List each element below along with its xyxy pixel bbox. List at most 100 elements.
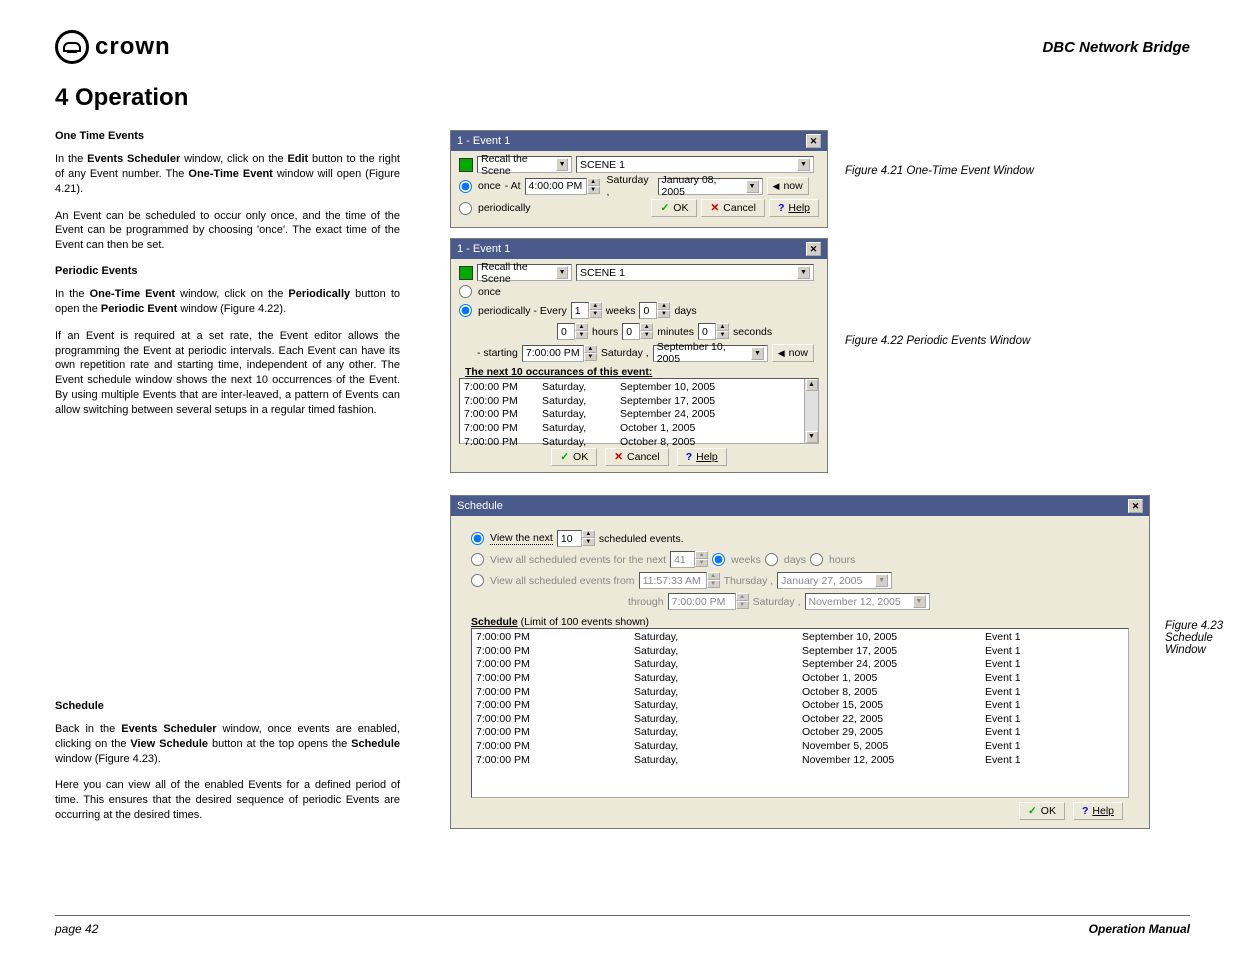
chevron-down-icon[interactable]: ▼ xyxy=(746,180,759,193)
view-next-radio[interactable] xyxy=(471,532,484,545)
manual-title: Operation Manual xyxy=(1089,922,1190,936)
list-item: 7:00:00 PMSaturday,October 1, 2005Event … xyxy=(476,672,1124,686)
paragraph: In the One-Time Event window, click on t… xyxy=(55,287,400,317)
once-radio[interactable] xyxy=(459,285,472,298)
help-button[interactable]: ?Help xyxy=(769,199,819,217)
paragraph: If an Event is required at a set rate, t… xyxy=(55,329,400,418)
hours-spinner[interactable]: 0▲▼ xyxy=(557,323,588,340)
now-button[interactable]: ◀now xyxy=(772,344,814,362)
once-label: once xyxy=(478,180,501,192)
chevron-down-icon[interactable]: ▼ xyxy=(556,158,568,171)
weeks-spinner[interactable]: 1▲▼ xyxy=(571,302,602,319)
check-icon: ✓ xyxy=(560,451,569,463)
start-time-spinner[interactable]: 7:00:00 PM▲▼ xyxy=(522,345,597,362)
close-button[interactable]: ✕ xyxy=(806,134,821,148)
ok-button[interactable]: ✓OK xyxy=(551,448,597,466)
now-button[interactable]: ◀now xyxy=(767,177,809,195)
unit-days-radio[interactable] xyxy=(765,553,778,566)
paragraph: Back in the Events Scheduler window, onc… xyxy=(55,722,400,767)
chevron-down-icon[interactable]: ▼ xyxy=(797,158,810,171)
paragraph: In the Events Scheduler window, click on… xyxy=(55,152,400,197)
schedule-list: 7:00:00 PMSaturday,September 10, 2005Eve… xyxy=(471,628,1129,798)
chevron-down-icon[interactable]: ▼ xyxy=(751,347,763,360)
color-swatch[interactable] xyxy=(459,158,473,172)
body-text-column: One Time Events In the Events Scheduler … xyxy=(55,130,400,835)
through-time-spinner[interactable]: 7:00:00 PM▲▼ xyxy=(668,593,749,610)
days-spinner[interactable]: 0▲▼ xyxy=(639,302,670,319)
view-from-radio[interactable] xyxy=(471,574,484,587)
chevron-down-icon[interactable]: ▼ xyxy=(913,595,926,608)
from-time-spinner[interactable]: 11:57:33 AM▲▼ xyxy=(639,572,720,589)
window-title: 1 - Event 1 xyxy=(457,135,510,147)
period-spinner[interactable]: 41▲▼ xyxy=(670,551,708,568)
list-item: 7:00:00 PMSaturday,September 24, 2005Eve… xyxy=(476,658,1124,672)
color-swatch[interactable] xyxy=(459,266,473,280)
list-item: 7:00:00 PMSaturday,October 8, 2005Event … xyxy=(476,686,1124,700)
list-item: 7:00:00 PMSaturday,October 15, 2005Event… xyxy=(476,699,1124,713)
heading-schedule: Schedule xyxy=(55,700,400,712)
chevron-down-icon[interactable]: ▼ xyxy=(556,266,568,279)
occurrences-list: 7:00:00 PMSaturday,September 10, 20057:0… xyxy=(459,378,819,444)
brand-name: crown xyxy=(95,33,171,61)
window-title: Schedule xyxy=(457,500,503,512)
periodically-radio[interactable] xyxy=(459,202,472,215)
date-combo[interactable]: January 08, 2005▼ xyxy=(658,178,763,195)
list-item: 7:00:00 PMSaturday,November 12, 2005Even… xyxy=(476,754,1124,768)
help-button[interactable]: ?Help xyxy=(1073,802,1123,820)
action-combo[interactable]: Recall the Scene▼ xyxy=(477,264,572,281)
scroll-down-icon[interactable]: ▼ xyxy=(806,431,818,443)
titlebar: Schedule ✕ xyxy=(451,496,1149,516)
start-date-combo[interactable]: September 10, 2005▼ xyxy=(653,345,768,362)
through-date-combo[interactable]: November 12, 2005▼ xyxy=(805,593,930,610)
scene-combo[interactable]: SCENE 1▼ xyxy=(576,156,814,173)
paragraph: An Event can be scheduled to occur only … xyxy=(55,209,400,254)
question-icon: ? xyxy=(686,451,692,463)
section-title: 4 Operation xyxy=(55,84,1190,112)
view-for-next-radio[interactable] xyxy=(471,553,484,566)
unit-weeks-radio[interactable] xyxy=(712,553,725,566)
cancel-button[interactable]: ✕Cancel xyxy=(605,448,669,466)
scene-combo[interactable]: SCENE 1▼ xyxy=(576,264,814,281)
periodically-radio[interactable] xyxy=(459,304,472,317)
list-item: 7:00:00 PMSaturday,October 22, 2005Event… xyxy=(476,713,1124,727)
seconds-spinner[interactable]: 0▲▼ xyxy=(698,323,729,340)
spin-up-icon[interactable]: ▲ xyxy=(587,178,600,186)
triangle-left-icon: ◀ xyxy=(778,348,785,359)
next-occurrences-label: The next 10 occurances of this event: xyxy=(459,366,819,378)
cancel-button[interactable]: ✕Cancel xyxy=(701,199,765,217)
day-value: Saturday , xyxy=(604,178,654,195)
periodically-label: periodically xyxy=(478,202,531,214)
chevron-down-icon[interactable]: ▼ xyxy=(875,574,888,587)
question-icon: ? xyxy=(1082,805,1088,817)
titlebar: 1 - Event 1 ✕ xyxy=(451,239,827,259)
ok-button[interactable]: ✓OK xyxy=(651,199,697,217)
chevron-down-icon[interactable]: ▼ xyxy=(797,266,810,279)
heading-one-time: One Time Events xyxy=(55,130,400,142)
window-title: 1 - Event 1 xyxy=(457,243,510,255)
page-footer: page 42 Operation Manual xyxy=(55,915,1190,936)
at-label: - At xyxy=(505,180,521,192)
check-icon: ✓ xyxy=(660,202,669,214)
periodic-event-window: 1 - Event 1 ✕ Recall the Scene▼ SCENE 1▼… xyxy=(450,238,828,473)
x-icon: ✕ xyxy=(710,202,719,214)
spin-down-icon[interactable]: ▼ xyxy=(587,186,600,194)
action-combo[interactable]: Recall the Scene▼ xyxy=(477,156,572,173)
triangle-left-icon: ◀ xyxy=(773,181,780,192)
close-button[interactable]: ✕ xyxy=(806,242,821,256)
scroll-up-icon[interactable]: ▲ xyxy=(806,379,818,391)
product-name: DBC Network Bridge xyxy=(1042,39,1190,56)
count-spinner[interactable]: 10▲▼ xyxy=(557,530,595,547)
ok-button[interactable]: ✓OK xyxy=(1019,802,1065,820)
list-item: 7:00:00 PMSaturday,November 5, 2005Event… xyxy=(476,740,1124,754)
unit-hours-radio[interactable] xyxy=(810,553,823,566)
minutes-spinner[interactable]: 0▲▼ xyxy=(622,323,653,340)
figure-caption: Figure 4.23 Schedule Window xyxy=(1165,620,1235,656)
once-radio[interactable] xyxy=(459,180,472,193)
figure-caption: Figure 4.21 One-Time Event Window xyxy=(845,165,1034,177)
scrollbar[interactable]: ▲▼ xyxy=(804,379,818,443)
one-time-event-window: 1 - Event 1 ✕ Recall the Scene▼ SCENE 1▼… xyxy=(450,130,828,228)
help-button[interactable]: ?Help xyxy=(677,448,727,466)
close-button[interactable]: ✕ xyxy=(1128,499,1143,513)
time-spinner[interactable]: 4:00:00 PM▲▼ xyxy=(525,178,600,195)
from-date-combo[interactable]: January 27, 2005▼ xyxy=(777,572,892,589)
